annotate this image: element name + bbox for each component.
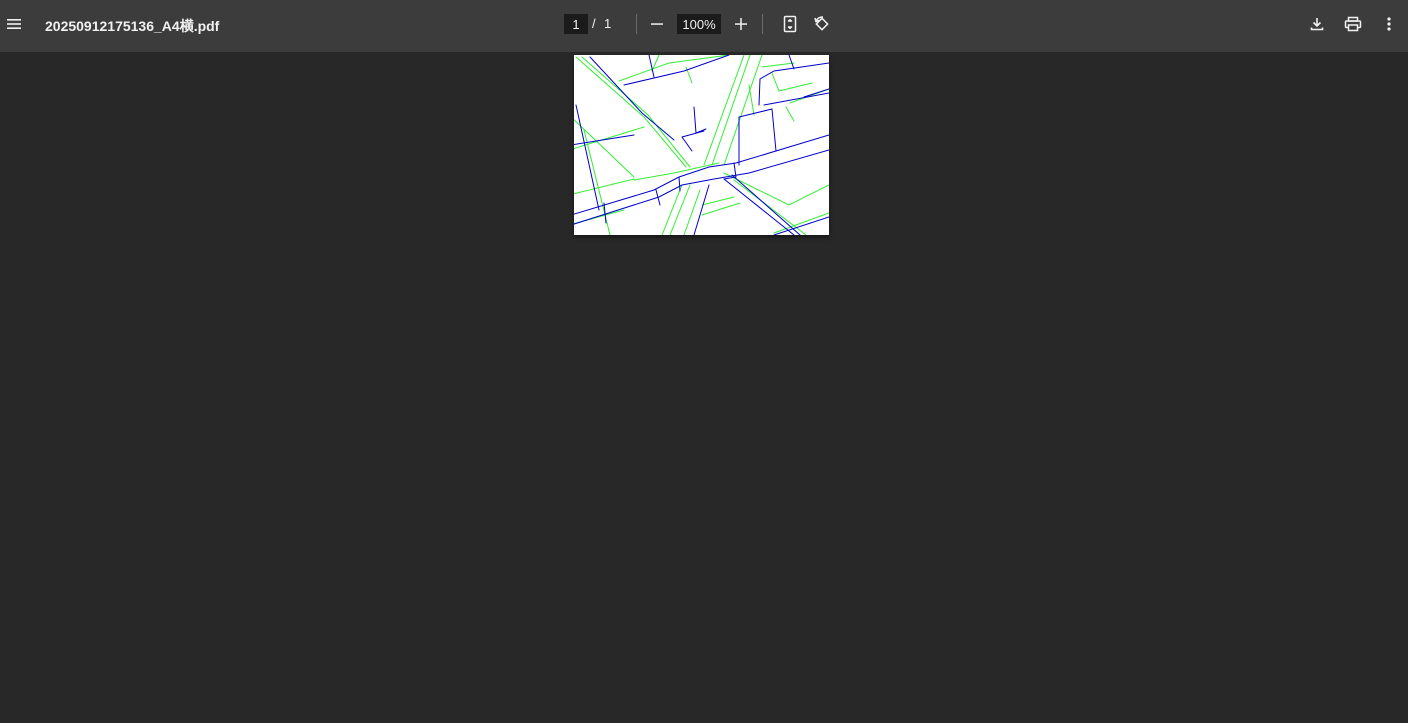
download-button[interactable] [1305, 12, 1329, 36]
more-vert-icon [1387, 17, 1391, 31]
zoom-out-button[interactable] [645, 12, 669, 36]
pdf-viewer-area[interactable] [0, 52, 1408, 723]
plus-icon [735, 18, 747, 30]
rotate-icon [814, 16, 829, 31]
download-icon [1310, 18, 1324, 31]
page-number-input[interactable] [564, 14, 588, 34]
zoom-in-button[interactable] [729, 12, 753, 36]
page-total: 1 [604, 16, 612, 31]
pdf-page [574, 55, 829, 235]
rotate-button[interactable] [810, 12, 834, 36]
pdf-toolbar: 20250912175136_A4横.pdf / 1 [0, 0, 1408, 52]
more-options-button[interactable] [1377, 12, 1401, 36]
minus-icon [651, 23, 663, 25]
page-separator: / [592, 16, 596, 31]
toolbar-divider [762, 14, 763, 34]
document-title: 20250912175136_A4横.pdf [45, 18, 220, 34]
print-button[interactable] [1341, 12, 1365, 36]
zoom-input[interactable] [677, 14, 721, 34]
menu-button[interactable] [2, 10, 26, 38]
menu-icon [7, 19, 21, 29]
print-icon [1344, 16, 1362, 32]
fit-page-button[interactable] [778, 12, 802, 36]
toolbar-divider [636, 14, 637, 34]
map-drawing [574, 55, 829, 235]
fit-page-icon [783, 15, 797, 33]
